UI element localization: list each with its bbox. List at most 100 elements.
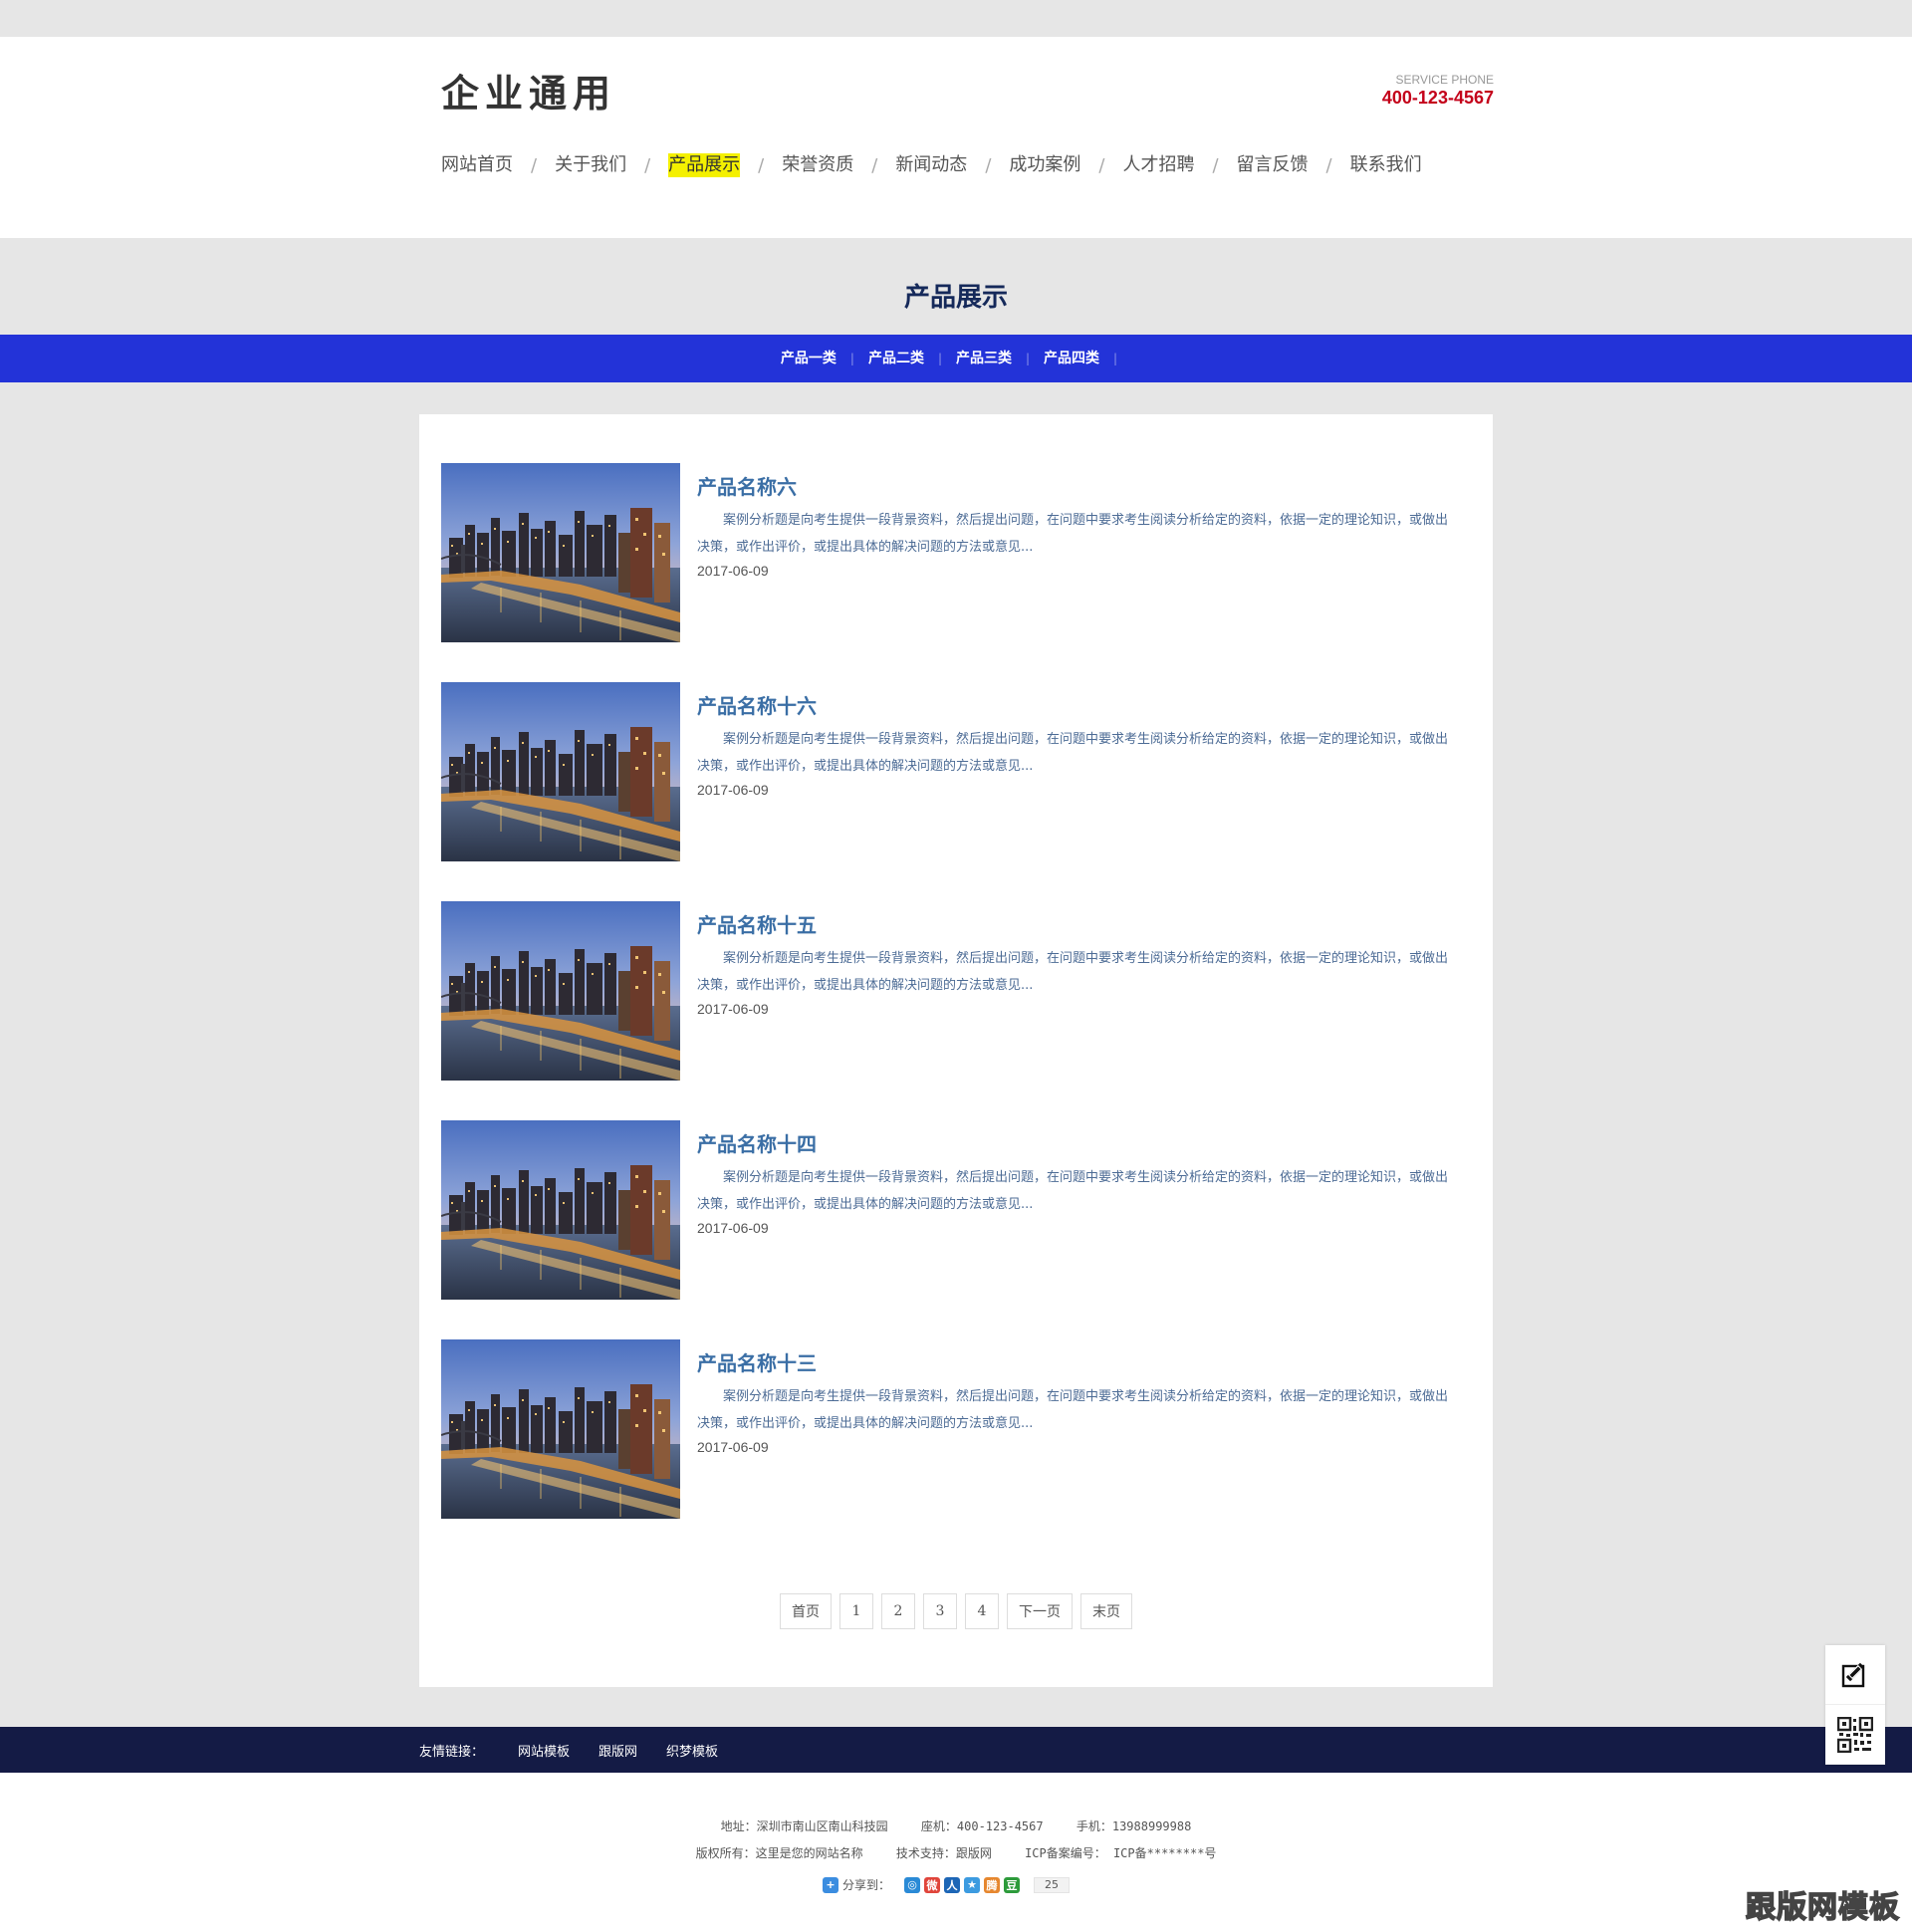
category-tab[interactable]: 产品一类	[781, 350, 836, 367]
footer-support: 技术支持：跟版网	[895, 1846, 992, 1860]
product-date: 2017-06-09	[697, 782, 769, 798]
product-thumbnail[interactable]	[441, 463, 680, 642]
nav-item[interactable]: 联系我们	[1350, 153, 1422, 177]
douban-icon[interactable]: 豆	[1004, 1876, 1021, 1893]
footer-landline: 座机：400-123-4567	[920, 1819, 1044, 1833]
product-thumbnail[interactable]	[441, 901, 680, 1081]
weibo-icon[interactable]: 微	[924, 1876, 941, 1893]
site-footer: 地址：深圳市南山区南山科技园 座机：400-123-4567 手机：139889…	[0, 1773, 1912, 1932]
product-title[interactable]: 产品名称六	[697, 471, 797, 500]
product-item[interactable]: 产品名称十三案例分析题是向考生提供一段背景资料，然后提出问题，在问题中要求考生阅…	[441, 1339, 1457, 1519]
category-separator: |	[849, 352, 854, 365]
product-title[interactable]: 产品名称十三	[697, 1347, 817, 1376]
friend-links-label: 友情链接：	[419, 1744, 485, 1760]
service-phone: SERVICE PHONE 400-123-4567	[1382, 73, 1494, 109]
pagination-item[interactable]: 4	[965, 1593, 999, 1629]
nav-separator: /	[644, 154, 651, 176]
city-skyline-image	[441, 1120, 680, 1300]
product-description: 案例分析题是向考生提供一段背景资料，然后提出问题，在问题中要求考生阅读分析给定的…	[697, 951, 1449, 993]
nav-item[interactable]: 关于我们	[555, 153, 626, 177]
product-date: 2017-06-09	[697, 1001, 769, 1017]
nav-item[interactable]: 网站首页	[441, 153, 513, 177]
category-separator: |	[937, 352, 942, 365]
side-toolbar	[1825, 1645, 1885, 1765]
share-plus-icon[interactable]: +	[823, 1876, 838, 1893]
product-title[interactable]: 产品名称十五	[697, 909, 817, 938]
pagination-item[interactable]: 2	[881, 1593, 915, 1629]
product-item[interactable]: 产品名称十四案例分析题是向考生提供一段背景资料，然后提出问题，在问题中要求考生阅…	[441, 1120, 1457, 1300]
product-title[interactable]: 产品名称十四	[697, 1128, 817, 1157]
nav-separator: /	[985, 154, 992, 176]
footer-address: 地址：深圳市南山区南山科技园	[720, 1819, 888, 1833]
share-label[interactable]: 分享到：	[842, 1876, 890, 1893]
pagination-item[interactable]: 下一页	[1007, 1593, 1073, 1629]
friend-link[interactable]: 网站模板	[518, 1741, 570, 1760]
product-description: 案例分析题是向考生提供一段背景资料，然后提出问题，在问题中要求考生阅读分析给定的…	[697, 732, 1449, 774]
kaixin-icon[interactable]: ★	[964, 1876, 981, 1893]
category-tab[interactable]: 产品三类	[956, 350, 1012, 367]
category-tab[interactable]: 产品四类	[1044, 350, 1099, 367]
pagination-item[interactable]: 3	[923, 1593, 957, 1629]
product-thumbnail[interactable]	[441, 1120, 680, 1300]
product-title[interactable]: 产品名称十六	[697, 690, 817, 719]
nav-item[interactable]: 新闻动态	[895, 153, 967, 177]
edit-icon	[1841, 1662, 1865, 1687]
product-item[interactable]: 产品名称十五案例分析题是向考生提供一段背景资料，然后提出问题，在问题中要求考生阅…	[441, 901, 1457, 1081]
friend-link[interactable]: 织梦模板	[666, 1741, 718, 1760]
pagination: 首页 1 2 3 4 下一页 末页	[419, 1593, 1493, 1629]
product-date: 2017-06-09	[697, 1220, 769, 1236]
service-phone-label: SERVICE PHONE	[1395, 73, 1494, 87]
watermark-logo: 跟版网模板	[1745, 1889, 1900, 1926]
footer-contact-line: 地址：深圳市南山区南山科技园 座机：400-123-4567 手机：139889…	[0, 1817, 1912, 1834]
qrcode-button[interactable]	[1825, 1705, 1885, 1765]
qzone-icon[interactable]: ◎	[904, 1876, 921, 1893]
nav-item[interactable]: 留言反馈	[1237, 153, 1309, 177]
category-bar: 产品一类 | 产品二类 | 产品三类 | 产品四类 |	[0, 335, 1912, 382]
friend-link[interactable]: 跟版网	[598, 1741, 637, 1760]
city-skyline-image	[441, 463, 680, 642]
tqq-icon[interactable]: 腾	[984, 1876, 1001, 1893]
product-item[interactable]: 产品名称六案例分析题是向考生提供一段背景资料，然后提出问题，在问题中要求考生阅读…	[441, 463, 1457, 642]
share-count: 25	[1034, 1876, 1071, 1893]
product-description: 案例分析题是向考生提供一段背景资料，然后提出问题，在问题中要求考生阅读分析给定的…	[697, 513, 1449, 555]
pagination-item[interactable]: 1	[839, 1593, 873, 1629]
category-tab[interactable]: 产品二类	[868, 350, 924, 367]
product-date: 2017-06-09	[697, 1439, 769, 1455]
product-description: 案例分析题是向考生提供一段背景资料，然后提出问题，在问题中要求考生阅读分析给定的…	[697, 1389, 1449, 1431]
product-item[interactable]: 产品名称十六案例分析题是向考生提供一段背景资料，然后提出问题，在问题中要求考生阅…	[441, 682, 1457, 861]
product-list-panel: 产品名称六案例分析题是向考生提供一段背景资料，然后提出问题，在问题中要求考生阅读…	[419, 414, 1493, 1687]
footer-copyright-line: 版权所有：这里是您的网站名称 技术支持：跟版网 ICP备案编号： ICP备***…	[0, 1844, 1912, 1861]
product-description: 案例分析题是向考生提供一段背景资料，然后提出问题，在问题中要求考生阅读分析给定的…	[697, 1170, 1449, 1212]
nav-item[interactable]: 人才招聘	[1122, 153, 1194, 177]
product-thumbnail[interactable]	[441, 1339, 680, 1519]
footer-copyright: 版权所有：这里是您的网站名称	[695, 1846, 863, 1860]
pagination-item[interactable]: 末页	[1080, 1593, 1132, 1629]
qrcode-icon	[1837, 1716, 1873, 1753]
nav-item[interactable]: 成功案例	[1009, 153, 1080, 177]
pagination-item[interactable]: 首页	[780, 1593, 832, 1629]
site-logo[interactable]: 企业通用	[441, 63, 616, 118]
nav-separator: /	[758, 154, 765, 176]
nav-item[interactable]: 荣誉资质	[782, 153, 853, 177]
nav-separator: /	[1098, 154, 1105, 176]
page-title: 产品展示	[903, 283, 1008, 313]
footer-icp: ICP备案编号： ICP备********号	[1025, 1846, 1217, 1860]
site-header: 企业通用 SERVICE PHONE 400-123-4567 网站首页 / 关于我…	[0, 37, 1912, 238]
city-skyline-image	[441, 1339, 680, 1519]
product-date: 2017-06-09	[697, 563, 769, 579]
footer-mobile: 手机：13988999988	[1076, 1819, 1192, 1833]
friend-links-bar: 友情链接： 网站模板 跟版网 织梦模板	[0, 1727, 1912, 1773]
product-thumbnail[interactable]	[441, 682, 680, 861]
feedback-button[interactable]	[1825, 1645, 1885, 1705]
renren-icon[interactable]: 人	[944, 1876, 961, 1893]
nav-separator: /	[871, 154, 878, 176]
nav-separator: /	[1325, 154, 1332, 176]
nav-separator: /	[1212, 154, 1219, 176]
city-skyline-image	[441, 901, 680, 1081]
share-bar: + 分享到： ◎ 微人 ★ 腾豆 25	[823, 1876, 1071, 1893]
city-skyline-image	[441, 682, 680, 861]
category-separator: |	[1026, 352, 1031, 365]
nav-item[interactable]: 产品展示	[668, 153, 741, 177]
nav-separator: /	[531, 154, 538, 176]
main-nav: 网站首页 / 关于我们 / 产品展示 / 荣誉资质 / 新闻动态 / 成功案例 / 人才招聘 / 留言反馈 /…	[441, 152, 1422, 178]
